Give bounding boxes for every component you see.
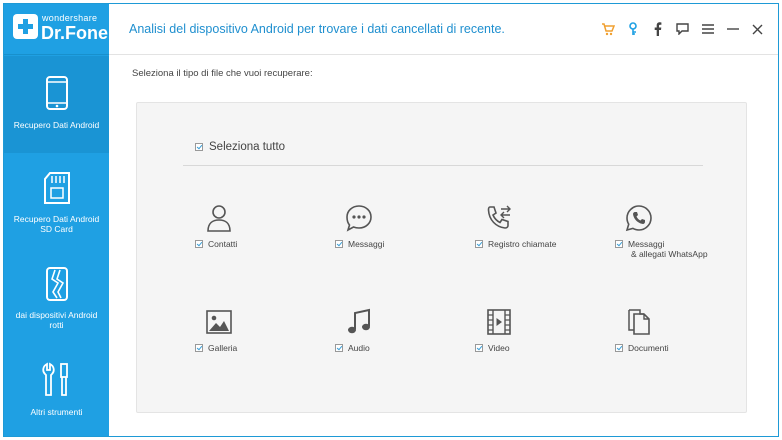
sidebar-item-label: Recupero Dati Android xyxy=(13,120,100,130)
checkbox[interactable] xyxy=(195,143,203,151)
minimize-icon[interactable] xyxy=(720,19,745,39)
app-window: wondershare Dr.Fone Recupero Dati Androi… xyxy=(3,3,779,437)
brand-name: Dr.Fone xyxy=(41,23,109,43)
category-label: Messaggi xyxy=(348,239,385,249)
video-icon xyxy=(483,307,515,337)
gallery-icon xyxy=(203,307,235,337)
category-label: Audio xyxy=(348,343,370,353)
contacts-icon xyxy=(203,203,235,233)
category-label: Contatti xyxy=(208,239,238,249)
sidebar-item-other-tools[interactable]: Altri strumenti xyxy=(4,348,109,440)
title-bar: Analisi del dispositivo Android per trov… xyxy=(109,4,778,55)
checkbox[interactable] xyxy=(335,344,343,352)
checkbox[interactable] xyxy=(335,240,343,248)
feedback-icon[interactable] xyxy=(670,19,695,39)
sidebar-item-sd-card[interactable]: Recupero Dati Android SD Card xyxy=(4,154,109,251)
key-icon[interactable] xyxy=(620,19,645,39)
sidebar-item-label: dai dispositivi Android rotti xyxy=(15,310,98,330)
sidebar: wondershare Dr.Fone Recupero Dati Androi… xyxy=(4,4,109,436)
category-label: Video xyxy=(488,343,510,353)
checkbox[interactable] xyxy=(615,344,623,352)
sidebar-item-broken-devices[interactable]: dai dispositivi Android rotti xyxy=(4,251,109,348)
header-toolbar xyxy=(595,19,770,39)
checkbox[interactable] xyxy=(475,344,483,352)
phone-icon xyxy=(4,76,109,110)
page-title: Analisi del dispositivo Android per trov… xyxy=(129,22,505,36)
audio-icon xyxy=(343,307,375,337)
category-label-line1: Messaggi xyxy=(628,239,665,249)
file-type-prompt: Seleziona il tipo di file che vuoi recup… xyxy=(132,68,313,79)
divider xyxy=(183,165,703,166)
category-label: Registro chiamate xyxy=(488,239,557,249)
category-label-line2: & allegati WhatsApp xyxy=(631,249,708,259)
sidebar-item-label: Altri strumenti xyxy=(30,407,83,417)
brand-logo: wondershare Dr.Fone xyxy=(4,4,109,55)
checkbox[interactable] xyxy=(195,240,203,248)
brand-company: wondershare xyxy=(42,13,98,23)
file-type-panel: Seleziona tutto Contatti Messaggi Regist… xyxy=(136,102,747,413)
whatsapp-icon xyxy=(623,203,655,233)
category-label: Documenti xyxy=(628,343,669,353)
broken-phone-icon xyxy=(4,267,109,301)
checkbox[interactable] xyxy=(475,240,483,248)
tools-icon xyxy=(4,362,109,398)
select-all-label: Seleziona tutto xyxy=(209,141,286,153)
category-label: Messaggi & allegati WhatsApp xyxy=(628,239,708,259)
drfone-logo-icon xyxy=(13,14,38,39)
cart-icon[interactable] xyxy=(595,19,620,39)
checkbox[interactable] xyxy=(195,344,203,352)
documents-icon xyxy=(623,307,655,337)
checkbox[interactable] xyxy=(615,240,623,248)
facebook-icon[interactable] xyxy=(645,19,670,39)
sd-card-icon xyxy=(4,172,109,204)
select-all-checkbox[interactable]: Seleziona tutto xyxy=(195,141,285,153)
close-icon[interactable] xyxy=(745,19,770,39)
menu-icon[interactable] xyxy=(695,19,720,39)
call-log-icon xyxy=(483,203,515,233)
sidebar-item-android-recovery[interactable]: Recupero Dati Android xyxy=(4,56,109,153)
messages-icon xyxy=(343,203,375,233)
category-label: Galleria xyxy=(208,343,238,353)
sidebar-item-label: Recupero Dati Android SD Card xyxy=(13,214,100,234)
